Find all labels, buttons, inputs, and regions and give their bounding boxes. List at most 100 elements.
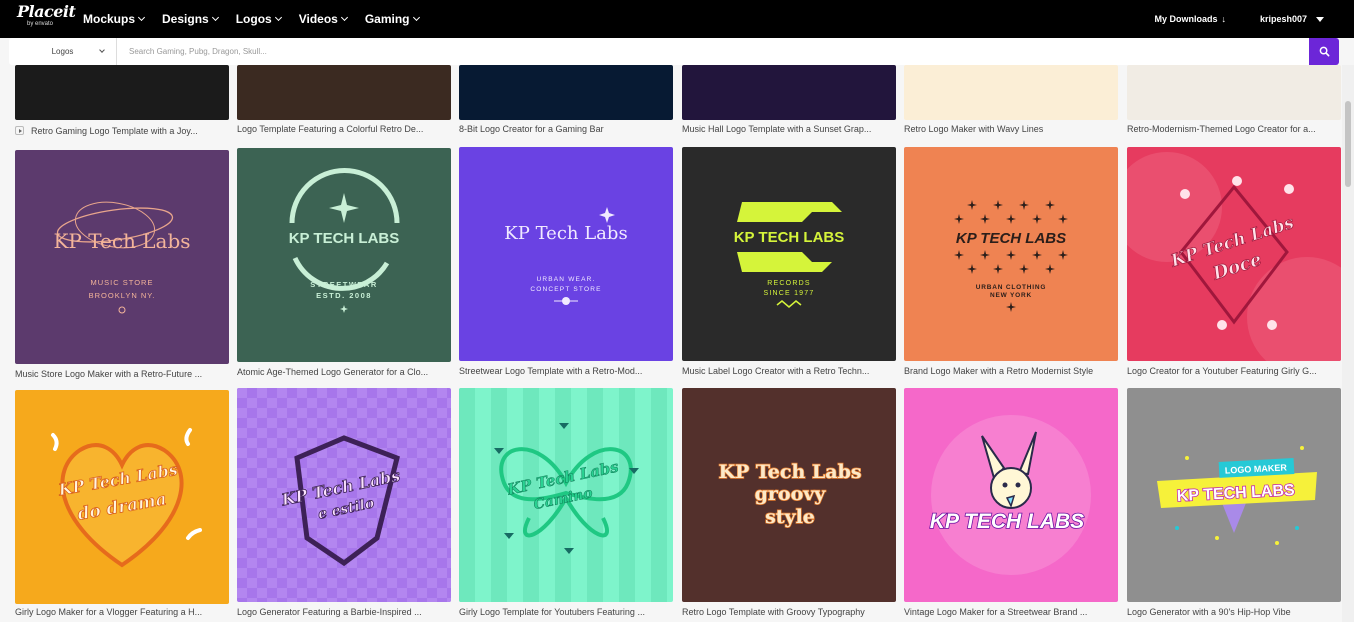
logo-tagline: RECORDS — [767, 280, 810, 287]
scrollbar-thumb[interactable] — [1345, 101, 1351, 187]
sparkle-icon — [1006, 214, 1016, 224]
sparkle-icon — [1032, 214, 1042, 224]
account-nav: My Downloads ↓ kripesh007 — [1154, 0, 1324, 38]
logo-preview: KP TECH LABS — [929, 415, 1091, 575]
template-title: Streetwear Logo Template with a Retro-Mo… — [459, 366, 643, 376]
template-title: Atomic Age-Themed Logo Generator for a C… — [237, 367, 429, 377]
template-thumbnail: KP TECH LABS — [904, 388, 1118, 602]
template-thumbnail: KP Tech Labs e estilo — [237, 388, 451, 602]
logo-preview: KP TECH LABS LOGO MAKER — [1157, 446, 1317, 545]
template-title: Logo Creator for a Youtuber Featuring Gi… — [1127, 366, 1317, 376]
page-scrollbar[interactable] — [1342, 65, 1354, 622]
sparkle-icon — [1058, 250, 1068, 260]
logo-preview: KP TECH LABS URBAN CLOTHING NEW YORK — [954, 200, 1068, 312]
main-nav: Mockups Designs Logos Videos Gaming — [83, 0, 437, 38]
sparkle-icon — [980, 250, 990, 260]
sparkle-icon — [1045, 200, 1055, 210]
search-input[interactable] — [117, 38, 1309, 65]
category-select[interactable]: Logos — [9, 38, 117, 65]
my-downloads-link[interactable]: My Downloads ↓ — [1154, 14, 1226, 24]
search-icon — [1319, 46, 1329, 57]
logo-preview: KP Tech Labs URBAN WEAR. CONCEPT STORE — [504, 207, 628, 305]
template-thumbnail — [237, 65, 451, 120]
sparkle-icon — [954, 214, 964, 224]
username: kripesh007 — [1259, 14, 1307, 24]
template-title: Retro Gaming Logo Template with a Joy... — [15, 126, 229, 136]
nav-designs[interactable]: Designs — [162, 12, 219, 26]
sparkle-icon — [1019, 264, 1029, 274]
template-title: Music Label Logo Creator with a Retro Te… — [682, 366, 870, 376]
template-title: Girly Logo Maker for a Vlogger Featuring… — [15, 607, 203, 617]
nav-logos[interactable]: Logos — [236, 12, 282, 26]
sparkle-icon — [1032, 250, 1042, 260]
sparkle-icon — [1058, 214, 1068, 224]
sparkle-icon — [1019, 200, 1029, 210]
template-title: 8-Bit Logo Creator for a Gaming Bar — [459, 124, 604, 134]
sparkle-icon — [967, 200, 977, 210]
logo-preview: KP Tech Labs Camino — [459, 388, 667, 602]
logo-tagline: NEW YORK — [990, 292, 1032, 299]
template-thumbnail — [904, 65, 1118, 120]
logo-tagline: URBAN CLOTHING — [976, 284, 1046, 291]
chevron-down-icon — [412, 13, 420, 22]
logo-text: KP Tech Labs — [718, 461, 861, 483]
sparkle-icon — [967, 264, 977, 274]
logo-tagline: MUSIC STORE — [91, 278, 154, 287]
template-thumbnail: KP Tech Labs do drama — [15, 390, 229, 604]
template-thumbnail — [682, 65, 896, 120]
logo-tagline: URBAN WEAR. — [536, 276, 595, 283]
nav-mockups[interactable]: Mockups — [83, 12, 146, 26]
search-bar: Logos — [9, 38, 1339, 65]
template-thumbnail: KP TECH LABS URBAN CLOTHING NEW YORK — [904, 147, 1118, 361]
user-menu[interactable]: kripesh007 — [1260, 14, 1324, 24]
logo-tagline: BROOKLYN NY. — [89, 291, 156, 300]
template-title: Logo Template Featuring a Colorful Retro… — [237, 124, 424, 134]
template-thumbnail: KP TECH LABS STREETWEAR ESTD. 2008 — [237, 148, 451, 362]
template-thumbnail: KP Tech Labs Camino — [459, 388, 673, 602]
template-title: Girly Logo Template for Youtubers Featur… — [459, 607, 645, 617]
top-navbar: Placeit by envato Mockups Designs Logos … — [0, 0, 1354, 38]
placeit-logo[interactable]: Placeit by envato — [17, 2, 76, 28]
template-title: Retro Logo Template with Groovy Typograp… — [682, 607, 865, 617]
logo-preview: KP TECH LABS STREETWEAR ESTD. 2008 — [289, 168, 400, 313]
logo-text: KP TECH LABS — [930, 510, 1084, 533]
logo-tagline: STREETWEAR — [310, 280, 378, 289]
template-thumbnail: KP TECH LABS RECORDS SINCE 1977 — [682, 147, 896, 361]
chevron-down-icon — [211, 13, 219, 22]
caret-down-icon — [1316, 16, 1324, 22]
template-thumbnail — [459, 65, 673, 120]
logo-preview: KP Tech Labs e estilo — [237, 388, 451, 602]
brand-name: Placeit — [17, 2, 76, 21]
chevron-down-icon — [274, 13, 282, 22]
sparkle-icon — [993, 264, 1003, 274]
sparkle-icon — [993, 200, 1003, 210]
template-title: Logo Generator Featuring a Barbie-Inspir… — [237, 607, 422, 617]
video-badge-icon — [15, 126, 24, 135]
template-title: Retro Logo Maker with Wavy Lines — [904, 124, 1044, 134]
chevron-down-icon — [137, 13, 146, 22]
logo-text: KP Tech Labs — [53, 229, 190, 253]
chevron-down-icon — [340, 13, 348, 22]
sparkle-icon — [954, 250, 964, 260]
brand-sub: by envato — [27, 21, 54, 27]
template-thumbnail: KP Tech Labs URBAN WEAR. CONCEPT STORE — [459, 147, 673, 361]
template-thumbnail — [1127, 65, 1341, 120]
chevron-down-icon — [99, 47, 105, 53]
search-button[interactable] — [1309, 38, 1339, 65]
logo-tagline: SINCE 1977 — [764, 290, 815, 297]
logo-text: KP TECH LABS — [956, 230, 1066, 247]
logo-tagline: style — [765, 506, 815, 528]
template-title: Logo Generator with a 90's Hip-Hop Vibe — [1127, 607, 1291, 617]
logo-text: KP TECH LABS — [289, 230, 400, 247]
nav-videos[interactable]: Videos — [299, 12, 348, 26]
logo-preview: KP Tech Labs do drama — [51, 428, 202, 568]
template-title: Music Hall Logo Template with a Sunset G… — [682, 124, 872, 134]
template-thumbnail: KP Tech Labs Doce — [1127, 147, 1341, 361]
template-title: Vintage Logo Maker for a Streetwear Bran… — [904, 607, 1088, 617]
template-title: Retro-Modernism-Themed Logo Creator for … — [1127, 124, 1316, 134]
download-arrow-icon: ↓ — [1221, 14, 1226, 24]
logo-tagline: groovy — [755, 483, 827, 505]
sparkle-icon — [1045, 264, 1055, 274]
template-thumbnail: KP TECH LABS LOGO MAKER — [1127, 388, 1341, 602]
nav-gaming[interactable]: Gaming — [365, 12, 420, 26]
